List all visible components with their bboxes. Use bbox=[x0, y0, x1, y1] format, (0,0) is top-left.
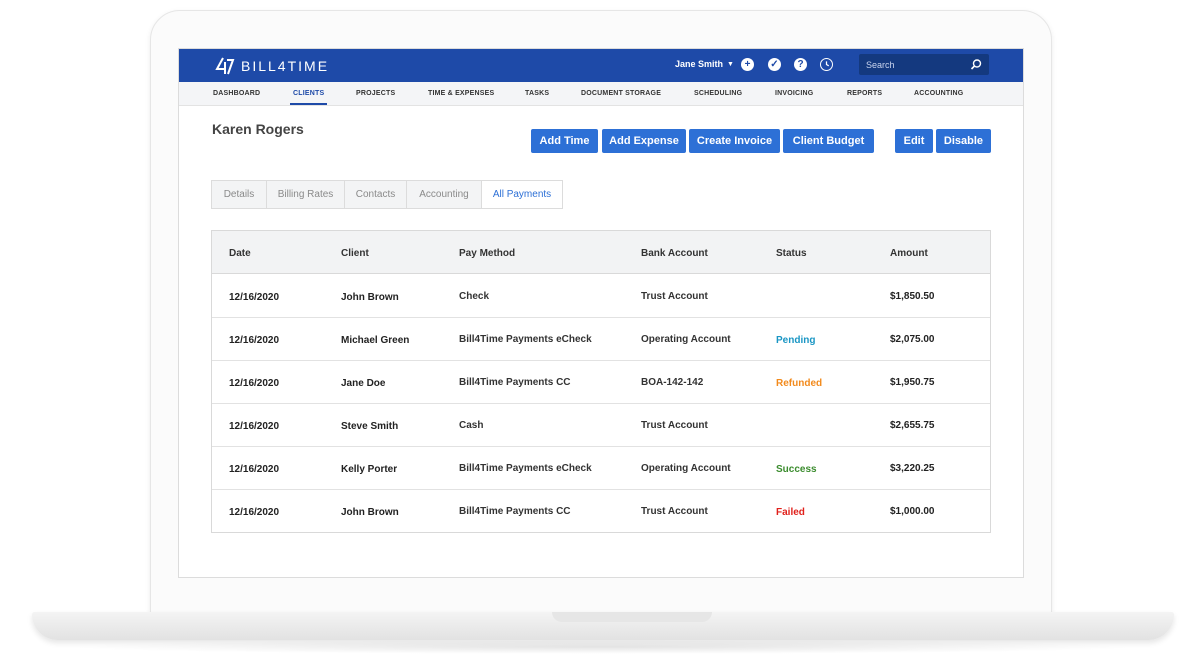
cell-amount: $3,220.25 bbox=[890, 463, 935, 474]
nav-accounting[interactable]: ACCOUNTING bbox=[914, 90, 963, 97]
laptop-notch bbox=[552, 612, 712, 622]
status-badge: Success bbox=[776, 464, 817, 475]
nav-document-storage[interactable]: DOCUMENT STORAGE bbox=[581, 90, 661, 97]
nav-projects[interactable]: PROJECTS bbox=[356, 90, 395, 97]
table-row[interactable]: 12/16/2020 John Brown Bill4Time Payments C… bbox=[212, 490, 990, 533]
disable-button[interactable]: Disable bbox=[936, 129, 991, 153]
active-nav-underline bbox=[290, 103, 327, 105]
logo-text: BILL4TIME bbox=[241, 58, 330, 74]
page-title: Karen Rogers bbox=[212, 121, 304, 137]
add-time-button[interactable]: Add Time bbox=[531, 129, 598, 153]
cell-bank: Trust Account bbox=[641, 420, 708, 431]
table-row[interactable]: 12/16/2020 Jane Doe Bill4Time Payments CC B… bbox=[212, 361, 990, 404]
cell-client: John Brown bbox=[341, 507, 399, 518]
main-nav: DASHBOARD CLIENTS PROJECTS TIME & EXPENS… bbox=[179, 82, 1023, 106]
nav-time-expenses[interactable]: TIME & EXPENSES bbox=[428, 90, 494, 97]
cell-client: John Brown bbox=[341, 292, 399, 303]
table-row[interactable]: 12/16/2020 Michael Green Bill4Time Payment… bbox=[212, 318, 990, 361]
status-badge: Failed bbox=[776, 507, 805, 518]
cell-bank: Trust Account bbox=[641, 291, 708, 302]
col-bank-account[interactable]: Bank Account bbox=[641, 248, 708, 259]
cell-method: Bill4Time Payments eCheck bbox=[459, 463, 592, 474]
user-name: Jane Smith bbox=[675, 59, 724, 69]
cell-method: Bill4Time Payments CC bbox=[459, 377, 571, 388]
cell-bank: Operating Account bbox=[641, 463, 731, 474]
cell-method: Check bbox=[459, 291, 490, 302]
check-circle-icon[interactable]: ✓ bbox=[768, 58, 781, 71]
status-badge: Refunded bbox=[776, 378, 823, 389]
edit-button[interactable]: Edit bbox=[895, 129, 933, 153]
col-amount[interactable]: Amount bbox=[890, 248, 928, 259]
cell-client: Michael Green bbox=[341, 335, 410, 346]
table-row[interactable]: 12/16/2020 Steve Smith Cash Trust Account $2… bbox=[212, 404, 990, 447]
cell-client: Jane Doe bbox=[341, 378, 386, 389]
search-box bbox=[859, 54, 989, 75]
cell-bank: BOA-142-142 bbox=[641, 377, 704, 388]
user-menu[interactable]: Jane Smith ▼ bbox=[675, 59, 734, 69]
client-budget-button[interactable]: Client Budget bbox=[783, 129, 874, 153]
col-status[interactable]: Status bbox=[776, 248, 807, 259]
cell-amount: $1,000.00 bbox=[890, 506, 935, 517]
add-circle-icon[interactable]: + bbox=[741, 58, 754, 71]
cell-client: Kelly Porter bbox=[341, 464, 398, 475]
nav-tasks[interactable]: TASKS bbox=[525, 90, 549, 97]
cell-date: 12/16/2020 bbox=[229, 292, 280, 303]
app-screen: BILL4TIME Jane Smith ▼ + ✓ ? DASHBOARD C… bbox=[178, 48, 1024, 578]
cell-date: 12/16/2020 bbox=[229, 335, 280, 346]
col-date[interactable]: Date bbox=[229, 248, 251, 259]
tab-contacts[interactable]: Contacts bbox=[344, 180, 406, 209]
search-input[interactable] bbox=[859, 59, 963, 70]
tab-all-payments[interactable]: All Payments bbox=[481, 180, 563, 209]
payments-table: Date Client Pay Method Bank Account Stat… bbox=[211, 230, 991, 533]
table-row[interactable]: 12/16/2020 John Brown Check Trust Account $1… bbox=[212, 275, 990, 318]
tab-details[interactable]: Details bbox=[211, 180, 266, 209]
tab-billing-rates[interactable]: Billing Rates bbox=[266, 180, 344, 209]
cell-date: 12/16/2020 bbox=[229, 421, 280, 432]
cell-bank: Trust Account bbox=[641, 506, 708, 517]
laptop-base bbox=[32, 612, 1174, 640]
help-circle-icon[interactable]: ? bbox=[794, 58, 807, 71]
cell-amount: $1,950.75 bbox=[890, 377, 935, 388]
logo-mark-icon bbox=[215, 57, 235, 75]
logo[interactable]: BILL4TIME bbox=[215, 56, 329, 76]
cell-amount: $2,075.00 bbox=[890, 334, 935, 345]
cell-date: 12/16/2020 bbox=[229, 507, 280, 518]
create-invoice-button[interactable]: Create Invoice bbox=[689, 129, 780, 153]
clock-icon[interactable] bbox=[820, 58, 833, 71]
col-pay-method[interactable]: Pay Method bbox=[459, 248, 515, 259]
table-header: Date Client Pay Method Bank Account Stat… bbox=[212, 231, 990, 274]
cell-client: Steve Smith bbox=[341, 421, 399, 432]
cell-date: 12/16/2020 bbox=[229, 378, 280, 389]
nav-dashboard[interactable]: DASHBOARD bbox=[213, 90, 260, 97]
clock-hands bbox=[825, 61, 830, 67]
cell-bank: Operating Account bbox=[641, 334, 731, 345]
nav-scheduling[interactable]: SCHEDULING bbox=[694, 90, 742, 97]
nav-clients[interactable]: CLIENTS bbox=[293, 90, 324, 97]
laptop-shadow bbox=[60, 640, 1146, 654]
cell-method: Cash bbox=[459, 420, 484, 431]
search-icon[interactable] bbox=[969, 58, 983, 72]
add-expense-button[interactable]: Add Expense bbox=[602, 129, 686, 153]
col-client[interactable]: Client bbox=[341, 248, 369, 259]
cell-method: Bill4Time Payments CC bbox=[459, 506, 571, 517]
top-bar: BILL4TIME Jane Smith ▼ + ✓ ? bbox=[179, 49, 1023, 82]
nav-reports[interactable]: REPORTS bbox=[847, 90, 882, 97]
cell-amount: $1,850.50 bbox=[890, 291, 935, 302]
nav-invoicing[interactable]: INVOICING bbox=[775, 90, 813, 97]
chevron-down-icon: ▼ bbox=[727, 60, 734, 68]
cell-amount: $2,655.75 bbox=[890, 420, 935, 431]
tab-accounting[interactable]: Accounting bbox=[406, 180, 481, 209]
cell-date: 12/16/2020 bbox=[229, 464, 280, 475]
cell-method: Bill4Time Payments eCheck bbox=[459, 334, 592, 345]
table-row[interactable]: 12/16/2020 Kelly Porter Bill4Time Payments… bbox=[212, 447, 990, 490]
client-tabs: Details Billing Rates Contacts Accountin… bbox=[211, 180, 563, 210]
status-badge: Pending bbox=[776, 335, 816, 346]
